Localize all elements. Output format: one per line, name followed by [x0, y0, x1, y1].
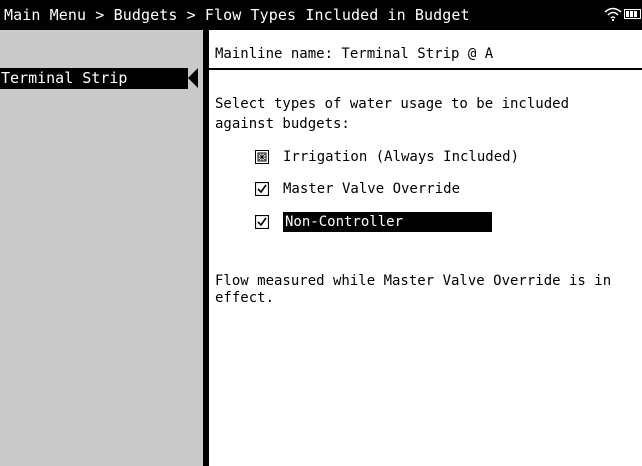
breadcrumb[interactable]: Main Menu > Budgets > Flow Types Include… [4, 7, 470, 23]
checkbox-checked-icon[interactable] [255, 182, 269, 196]
selection-pointer-icon [188, 68, 198, 88]
sidebar-item-terminal-strip[interactable]: Terminal Strip [0, 68, 188, 89]
mainline-header: Mainline name: Terminal Strip @ A [209, 30, 642, 70]
sidebar-item-label: Terminal Strip [1, 69, 128, 87]
checkbox-checked-icon[interactable] [255, 215, 269, 229]
option-label: Irrigation (Always Included) [283, 149, 520, 165]
wifi-icon [604, 7, 622, 21]
option-label: Master Valve Override [283, 181, 461, 197]
sidebar: Terminal Strip [0, 30, 203, 466]
option-description: Flow measured while Master Valve Overrid… [215, 273, 612, 306]
instructions-text: Select types of water usage to be includ… [215, 96, 570, 132]
mainline-name: Mainline name: Terminal Strip @ A [215, 46, 494, 62]
sidebar-divider [203, 30, 209, 466]
option-label: Non-Controller [285, 214, 404, 230]
battery-icon [624, 9, 641, 19]
locked-checkbox-icon [255, 150, 269, 164]
title-bar: Main Menu > Budgets > Flow Types Include… [0, 0, 642, 30]
